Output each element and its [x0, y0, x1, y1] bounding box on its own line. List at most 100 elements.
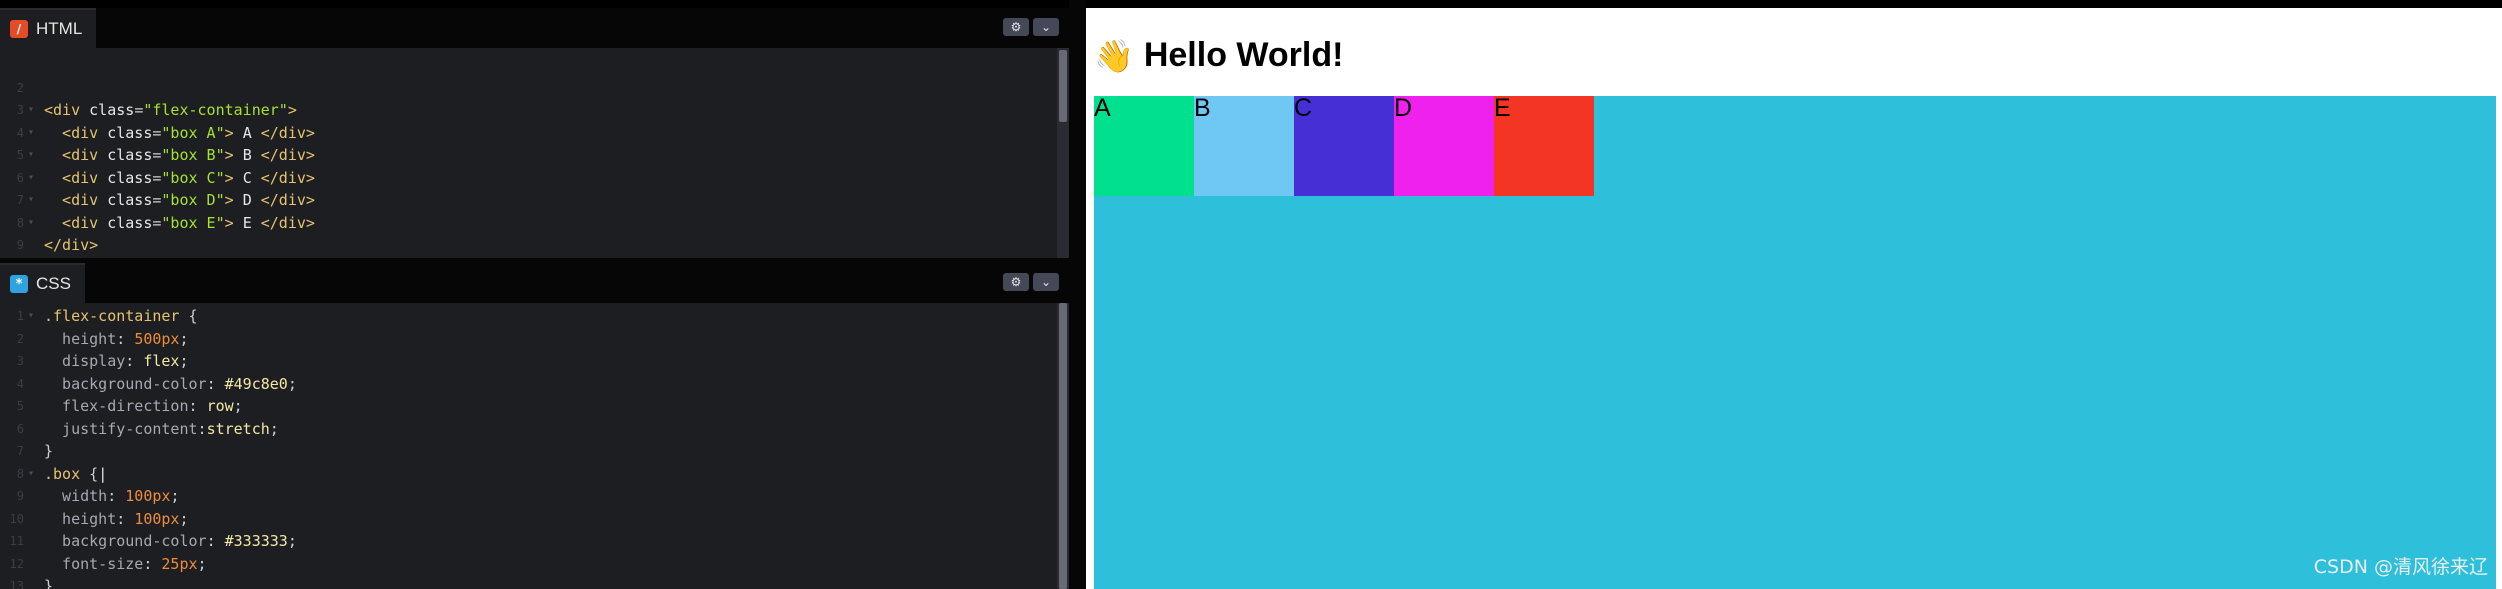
line-number: 2	[16, 80, 24, 95]
html-code-area[interactable]: 2 3 ▾ <div class="flex-container"> 4 ▾ <div c…	[0, 48, 1069, 258]
fold-toggle-icon[interactable]: ▾	[24, 189, 44, 212]
code-token: "box A"	[161, 123, 225, 142]
fold-toggle-icon	[24, 575, 44, 589]
css-code-line[interactable]: 5 flex-direction: row;	[0, 395, 1049, 418]
code-token: :	[197, 419, 207, 438]
line-number: 8	[16, 215, 24, 230]
line-number: 7	[16, 193, 24, 207]
html-scrollbar-track[interactable]	[1057, 48, 1069, 258]
fold-toggle-icon[interactable]: ▾	[24, 122, 44, 145]
line-number: 9	[16, 489, 24, 503]
css-code-line[interactable]: 12 font-size: 25px;	[0, 553, 1049, 576]
code-text: }	[44, 440, 53, 463]
tab-html[interactable]: / HTML	[0, 8, 97, 48]
code-token: "box B"	[161, 146, 225, 164]
html-code-line[interactable]: 9 </div>	[0, 234, 1049, 257]
code-token: width	[44, 487, 108, 505]
code-text: <div class="box D"> D </div>	[44, 189, 315, 212]
tab-css[interactable]: * CSS	[0, 263, 85, 303]
html-code-line[interactable]: 6 ▾ <div class="box C"> C </div>	[0, 167, 1049, 190]
gear-icon[interactable]: ⚙	[1003, 18, 1029, 36]
fold-toggle-icon	[24, 350, 44, 373]
code-token: </div>	[44, 236, 99, 254]
code-token: B	[242, 146, 252, 164]
code-token: >	[224, 123, 243, 142]
box-e: E	[1494, 96, 1594, 196]
code-token: </div>	[251, 123, 315, 142]
box-d: D	[1394, 96, 1494, 196]
fold-toggle-icon[interactable]: ▾	[24, 212, 44, 235]
line-number: 6	[16, 421, 24, 436]
css-code-line[interactable]: 6 justify-content:stretch;	[0, 418, 1049, 441]
fold-toggle-icon	[24, 508, 44, 531]
html-tab-label: HTML	[36, 19, 83, 38]
html-code-line[interactable]: 3 ▾ <div class="flex-container">	[0, 99, 1049, 122]
code-token: ;	[179, 352, 189, 370]
code-text: background-color: #333333;	[44, 530, 297, 553]
code-token: stretch	[206, 419, 270, 438]
css-code-line[interactable]: 2 height: 500px;	[0, 328, 1049, 351]
code-token: class	[107, 191, 153, 209]
html-code-line[interactable]	[0, 54, 1049, 77]
css-code-area[interactable]: 1 ▾ .flex-container {2 height: 500px; 3 dis…	[0, 303, 1069, 589]
html-code-line[interactable]: 4 ▾ <div class="box A"> A </div>	[0, 122, 1049, 145]
code-token: class	[107, 168, 153, 187]
code-token: D	[242, 191, 252, 209]
html-scrollbar-thumb[interactable]	[1059, 50, 1067, 122]
code-token: >	[287, 101, 297, 119]
code-token: class	[89, 101, 135, 119]
fold-toggle-icon[interactable]: ▾	[24, 463, 44, 486]
code-token: ;	[269, 419, 279, 438]
fold-toggle-icon	[24, 440, 44, 463]
css-code-line[interactable]: 10 height: 100px;	[0, 508, 1049, 531]
gear-icon[interactable]: ⚙	[1003, 273, 1029, 291]
html-code-line[interactable]: 2	[0, 77, 1049, 100]
code-token: <div	[44, 101, 90, 119]
code-token: ;	[233, 397, 243, 415]
code-token: "flex-container"	[143, 101, 288, 119]
css-code-line[interactable]: 13}	[0, 575, 1049, 589]
code-token: 100px	[125, 487, 171, 505]
code-token: "box E"	[161, 213, 225, 232]
code-text: }	[44, 575, 53, 589]
css-code-line[interactable]: 11 background-color: #333333;	[0, 530, 1049, 553]
fold-toggle-icon[interactable]: ▾	[24, 99, 44, 122]
line-number: 1	[16, 309, 24, 323]
css-scrollbar-thumb[interactable]	[1059, 303, 1067, 589]
code-token: |	[98, 464, 108, 483]
css-code-line[interactable]: 3 display: flex;	[0, 350, 1049, 373]
code-text: <div class="flex-container">	[44, 99, 297, 122]
pane-resize-divider[interactable]	[1069, 0, 1086, 589]
css-code-line[interactable]: 9 width: 100px;	[0, 485, 1049, 508]
fold-toggle-icon[interactable]: ▾	[24, 144, 44, 167]
code-text: <div class="box A"> A </div>	[44, 122, 315, 145]
css-code-line[interactable]: 4 background-color: #49c8e0;	[0, 373, 1049, 396]
html-code-line[interactable]: 7 ▾ <div class="box D"> D </div>	[0, 189, 1049, 212]
box-b: B	[1194, 96, 1294, 196]
code-token: #333333	[224, 532, 288, 550]
code-token: class	[107, 123, 153, 142]
line-number: 8	[16, 466, 24, 481]
fold-toggle-icon[interactable]: ▾	[24, 305, 44, 328]
css-code-line[interactable]: 7}	[0, 440, 1049, 463]
css-scrollbar-track[interactable]	[1057, 303, 1069, 589]
html-code-lines: 2 3 ▾ <div class="flex-container"> 4 ▾ <div c…	[0, 54, 1049, 257]
line-number: 9	[16, 238, 24, 252]
chevron-down-icon[interactable]: ⌄	[1033, 18, 1059, 36]
code-token: <div	[44, 213, 108, 232]
html-code-line[interactable]: 5 ▾ <div class="box B"> B </div>	[0, 144, 1049, 167]
code-token: class	[107, 146, 153, 164]
fold-toggle-icon[interactable]: ▾	[24, 167, 44, 190]
code-token: :	[206, 374, 225, 393]
css-code-line[interactable]: 8 ▾ .box {|	[0, 463, 1049, 486]
code-token: "box D"	[161, 191, 225, 209]
css-file-icon: *	[10, 275, 28, 293]
code-token: =	[134, 101, 144, 119]
code-text: display: flex;	[44, 350, 189, 373]
html-code-line[interactable]: 8 ▾ <div class="box E"> E </div>	[0, 212, 1049, 235]
top-strip	[0, 0, 2502, 8]
code-text: width: 100px;	[44, 485, 179, 508]
css-code-line[interactable]: 1 ▾ .flex-container {	[0, 305, 1049, 328]
code-token: 500px	[134, 329, 180, 348]
chevron-down-icon[interactable]: ⌄	[1033, 273, 1059, 291]
